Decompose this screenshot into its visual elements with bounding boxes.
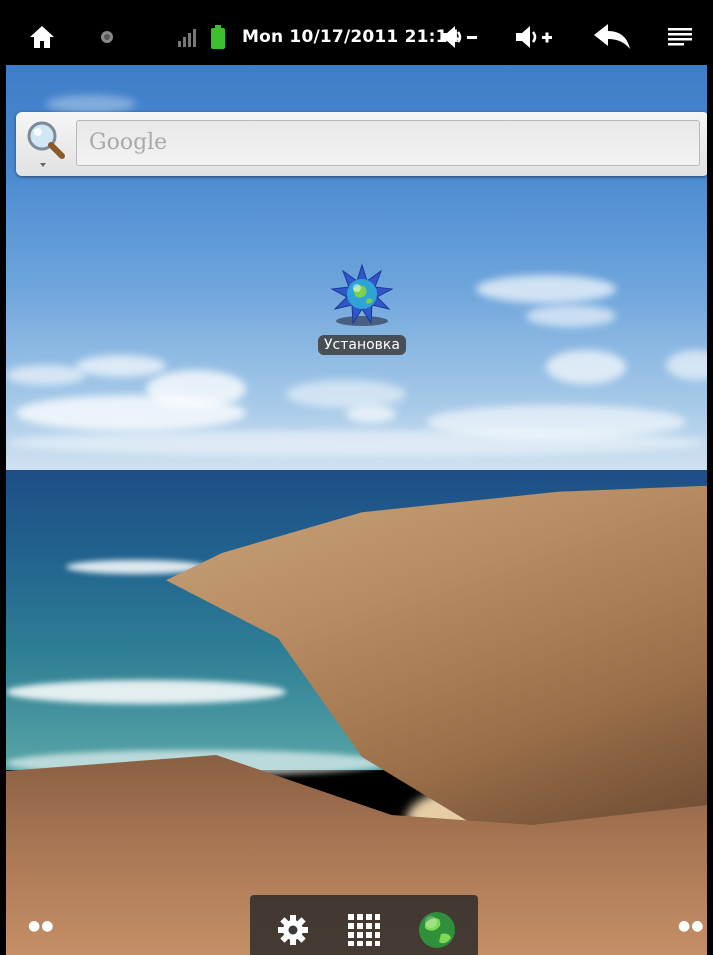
all-apps-grid-icon[interactable] (339, 905, 389, 955)
home-icon[interactable] (20, 8, 64, 65)
status-datetime: Mon 10/17/2011 21:14 (242, 26, 460, 47)
back-icon[interactable] (588, 8, 636, 65)
signal-icon (174, 8, 200, 65)
battery-icon (206, 8, 230, 65)
magnifier-icon[interactable] (22, 118, 72, 170)
app-shortcut-installer[interactable]: Установка (314, 263, 410, 373)
google-search-widget: Google (16, 112, 707, 176)
wallpaper (6, 65, 707, 955)
page-indicator-right[interactable]: ●● (678, 918, 704, 934)
screen: Mon 10/17/2011 21:14 Google Установка ●●… (6, 8, 707, 955)
globe-sun-icon (329, 263, 395, 329)
dock (250, 895, 478, 955)
browser-globe-icon[interactable] (412, 905, 462, 955)
status-bar: Mon 10/17/2011 21:14 (6, 8, 707, 65)
circle-icon[interactable] (92, 8, 122, 65)
menu-icon[interactable] (662, 8, 698, 65)
app-shortcut-label: Установка (318, 335, 406, 355)
volume-up-icon[interactable] (511, 8, 557, 65)
volume-down-icon[interactable] (436, 8, 482, 65)
settings-icon[interactable] (268, 905, 318, 955)
search-input[interactable]: Google (76, 120, 700, 166)
page-indicator-left[interactable]: ●● (28, 918, 54, 934)
